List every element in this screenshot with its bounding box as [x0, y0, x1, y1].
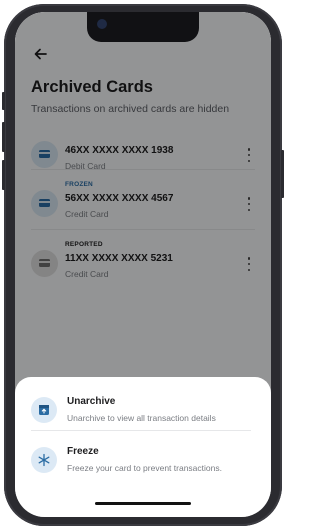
unarchive-description: Unarchive to view all transaction detail… — [67, 413, 216, 423]
home-indicator[interactable] — [95, 502, 191, 505]
phone-mute-switch — [2, 92, 5, 110]
freeze-option[interactable]: Freeze Freeze your card to prevent trans… — [31, 441, 255, 485]
unarchive-option[interactable]: Unarchive Unarchive to view all transact… — [31, 391, 255, 435]
snowflake-icon — [31, 447, 57, 473]
phone-volume-up — [2, 122, 5, 152]
front-camera-icon — [97, 19, 107, 29]
phone-volume-down — [2, 160, 5, 190]
archive-box-icon — [31, 397, 57, 423]
freeze-title: Freeze — [67, 446, 99, 457]
screen: Archived Cards Transactions on archived … — [15, 12, 271, 517]
freeze-description: Freeze your card to prevent transactions… — [67, 463, 222, 473]
divider — [31, 430, 251, 431]
phone-power-button — [281, 150, 284, 198]
bottom-sheet: Unarchive Unarchive to view all transact… — [15, 377, 271, 517]
phone-notch — [87, 12, 199, 42]
unarchive-title: Unarchive — [67, 396, 116, 407]
